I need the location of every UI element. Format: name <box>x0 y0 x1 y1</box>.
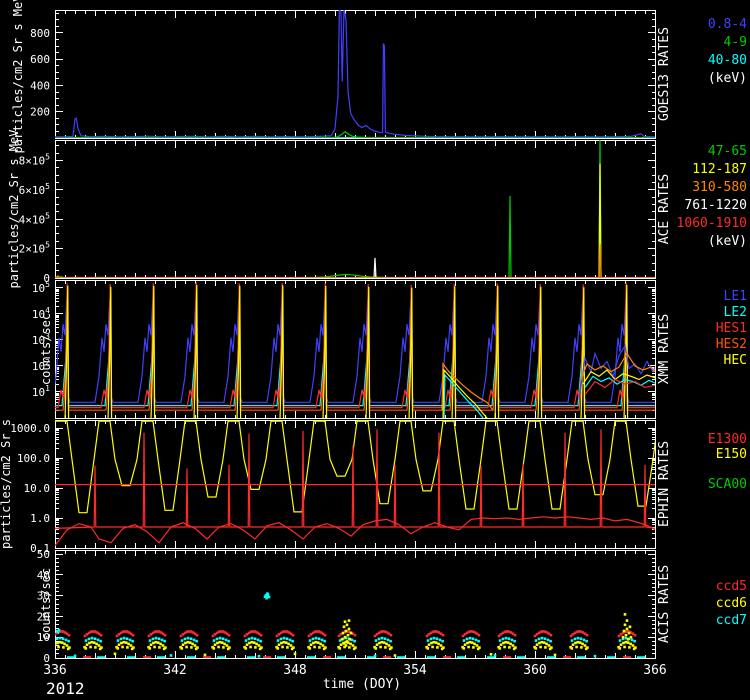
x-tick-label: 360 <box>523 663 546 678</box>
y-tick-label: 4×105 <box>19 211 51 226</box>
series-ace-47-65 <box>55 137 655 278</box>
y-tick-label: 10.0 <box>24 482 51 495</box>
y-tick-label: 2×105 <box>19 241 51 256</box>
legend-acis-item-1: ccd6 <box>716 596 747 611</box>
panel-box <box>56 11 656 139</box>
x-ticks <box>56 11 656 138</box>
y-tick-label: 1000.0 <box>10 422 50 435</box>
series-xmm-LE1 <box>52 288 655 402</box>
y-tick-label: 400 <box>30 79 50 92</box>
legend-ace-item-1: 112-187 <box>692 162 747 177</box>
legend-ace-item-4: 1060-1910 <box>677 216 747 231</box>
x-tick-label: 348 <box>283 663 306 678</box>
x-tick-label: 366 <box>643 663 666 678</box>
y-tick-label: 800 <box>30 27 50 40</box>
y-tick-label: 50 <box>37 548 50 561</box>
legend-ace-item-2: 310-580 <box>692 180 747 195</box>
panel-title-acis: ACIS RATES <box>657 565 672 643</box>
x-tick-label: 354 <box>403 663 427 678</box>
legend-ephin-item-3: SCA00 <box>708 477 747 492</box>
y-tick-label: 105 <box>32 280 50 295</box>
legend-ephin-item-0: E1300 <box>708 432 747 447</box>
y-tick-label: 101 <box>32 384 50 399</box>
legend-acis-item-2: ccd7 <box>716 613 747 628</box>
legend-xmm-item-1: LE2 <box>724 305 747 320</box>
y-tick-label: 8×105 <box>19 153 51 168</box>
panel-goes13: 200 400 600 800 0.8-4 4-9 40-80 (keV) GOES13 RAT… <box>11 0 747 153</box>
legend-xmm-item-2: HES1 <box>716 321 747 336</box>
legend-goes13-item-1: 4-9 <box>724 35 747 50</box>
legend-acis-item-0: ccd5 <box>716 579 747 594</box>
x-tick-label: 336 <box>43 663 66 678</box>
y-tick-label: 100.0 <box>17 452 50 465</box>
panel-ace: 02×1054×1056×1058×10547-65112-187310-580… <box>7 130 747 289</box>
panel-title-xmm: XMM RATES <box>657 314 672 384</box>
ylabel-ephin: particles/cm2 Sr s <box>0 419 13 549</box>
panel-title-ephin: EPHIN RATES <box>657 441 672 527</box>
legend-xmm-item-0: LE1 <box>724 289 747 304</box>
ylabel-ace: particles/cm2 Sr s MeV <box>7 130 21 289</box>
x-axis-year: 2012 <box>46 679 85 698</box>
series-ace-310-580 <box>55 244 655 278</box>
panel-box <box>56 141 656 279</box>
series-ephin-E1300-spikes <box>55 429 655 528</box>
x-ticks <box>56 141 656 278</box>
legend-xmm-item-4: HEC <box>724 353 747 368</box>
panel-title-ace: ACE RATES <box>657 174 672 244</box>
chart: 200 400 600 800 0.8-4 4-9 40-80 (keV) GOES13 RAT… <box>0 0 750 700</box>
ylabel-xmm: counts/sec <box>39 313 53 385</box>
legend-ace-item-3: 761-1220 <box>684 198 747 213</box>
panel-ephin: 1000.0100.010.01.00.1E1300E150SCA00EPHIN… <box>0 419 747 555</box>
y-ticks <box>56 146 655 279</box>
series-ephin-E150 <box>55 421 658 513</box>
legend-goes13-item-3: (keV) <box>708 71 747 86</box>
x-axis-label: time (DOY) <box>323 677 401 692</box>
panel-title-goes13: GOES13 RATES <box>657 27 672 121</box>
ylabel-acis: counts/sec <box>39 568 53 640</box>
legend-ace-item-0: 47-65 <box>708 144 747 159</box>
series-ace-112-187 <box>55 164 655 278</box>
panel-xmm: 101102103104105LE1LE2HES1HES2HECXMM RATE… <box>32 280 747 421</box>
y-tick-label: 6×105 <box>19 182 51 197</box>
plot-screen: 200 400 600 800 0.8-4 4-9 40-80 (keV) GOES13 RAT… <box>0 0 750 700</box>
y-tick-label: 1.0 <box>30 512 50 525</box>
panel-acis: 01020304050ccd5ccd6ccd7ACIS RATEScounts/… <box>37 548 747 665</box>
series-goes13-0.8-4 <box>55 9 655 137</box>
x-tick-label: 342 <box>163 663 186 678</box>
legend-ephin-item-1: E150 <box>716 447 747 462</box>
legend-ace-item-5: (keV) <box>708 234 747 249</box>
legend-xmm-item-3: HES2 <box>716 337 747 352</box>
legend-goes13-item-2: 40-80 <box>708 53 747 68</box>
legend-goes13-item-0: 0.8-4 <box>708 17 747 32</box>
y-ticks <box>56 14 655 139</box>
y-tick-label: 600 <box>30 53 50 66</box>
y-tick-label: 200 <box>30 106 50 119</box>
x-tick-labels: 336 342 348 354 360 366 <box>43 663 666 678</box>
